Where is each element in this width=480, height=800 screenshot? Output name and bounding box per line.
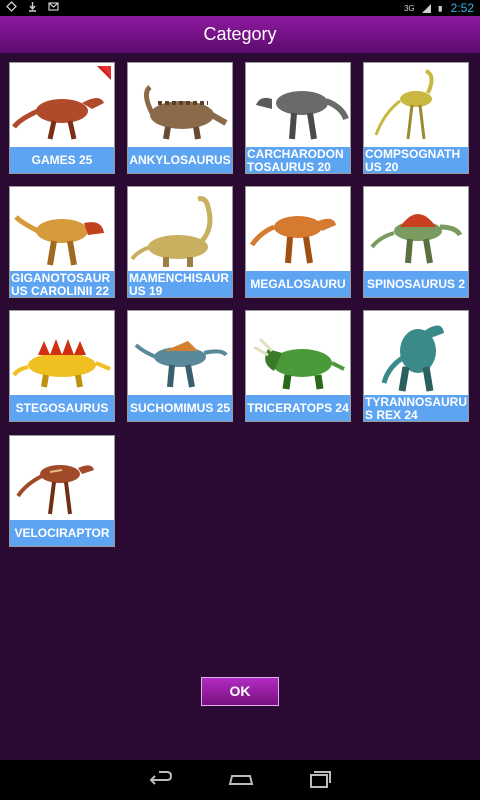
megalosaurus-image: [249, 216, 336, 264]
giganotosaurus-image: [14, 215, 104, 266]
category-tile-label: MAMENCHISAURUS 19: [128, 271, 232, 297]
category-tile-label: CARCHARODONTOSAURUS 20: [246, 147, 350, 173]
category-tile[interactable]: GIGANOTOSAURUS CAROLINII 22: [9, 186, 115, 298]
spinosaurus-image: [370, 214, 463, 264]
ok-button[interactable]: OK: [201, 677, 279, 706]
category-tile-label: GIGANOTOSAURUS CAROLINII 22: [10, 271, 114, 297]
home-icon[interactable]: [226, 768, 256, 792]
tyrannosaurus-rex-image: [381, 325, 444, 392]
category-tile-label: COMPSOGNATHUS 20: [364, 147, 468, 173]
category-tile[interactable]: MAMENCHISAURUS 19: [127, 186, 233, 298]
suchomimus-image: [134, 341, 228, 388]
category-tile-label: TYRANNOSAURUS REX 24: [364, 395, 468, 421]
corner-badge-icon: [97, 66, 111, 80]
category-tile[interactable]: SPINOSAURUS 26: [363, 186, 469, 298]
category-tile-label: SPINOSAURUS 26: [364, 271, 468, 297]
navigation-bar: [0, 760, 480, 800]
back-icon[interactable]: [145, 768, 175, 792]
category-tile[interactable]: VELOCIRAPTOR 26: [9, 435, 115, 547]
category-tile[interactable]: TYRANNOSAURUS REX 24: [363, 310, 469, 422]
category-tile[interactable]: SUCHOMIMUS 25: [127, 310, 233, 422]
carcharodontosaurus-image: [256, 91, 349, 140]
category-tile-label: SUCHOMIMUS 25: [128, 395, 232, 421]
category-tile-label: STEGOSAURUS 23: [10, 395, 114, 421]
triceratops-image: [253, 337, 345, 390]
category-tile[interactable]: STEGOSAURUS 23: [9, 310, 115, 422]
category-tile-label: MEGALOSAURUS 23: [246, 271, 350, 297]
recent-apps-icon[interactable]: [305, 768, 335, 792]
category-grid: GAMES 25 ANKYLOSAURUS 24 CARCHARODONTOSAUR…: [0, 0, 480, 760]
category-tile[interactable]: GAMES 25: [9, 62, 115, 174]
category-tile[interactable]: TRICERATOPS 24: [245, 310, 351, 422]
velociraptor-image: [16, 465, 94, 515]
ankylosaurus-image: [144, 85, 228, 140]
category-tile[interactable]: ANKYLOSAURUS 24: [127, 62, 233, 174]
category-tile-label: GAMES 25: [10, 147, 114, 173]
stegosaurus-image: [12, 339, 111, 388]
category-tile-label: VELOCIRAPTOR 26: [10, 520, 114, 546]
category-tile-label: ANKYLOSAURUS 24: [128, 147, 232, 173]
mamenchisaurus-image: [130, 196, 213, 267]
category-tile-label: TRICERATOPS 24: [246, 395, 350, 421]
compsognathus-image: [374, 69, 434, 140]
category-tile[interactable]: COMPSOGNATHUS 20: [363, 62, 469, 174]
category-tile[interactable]: CARCHARODONTOSAURUS 20: [245, 62, 351, 174]
category-tile[interactable]: MEGALOSAURUS 23: [245, 186, 351, 298]
